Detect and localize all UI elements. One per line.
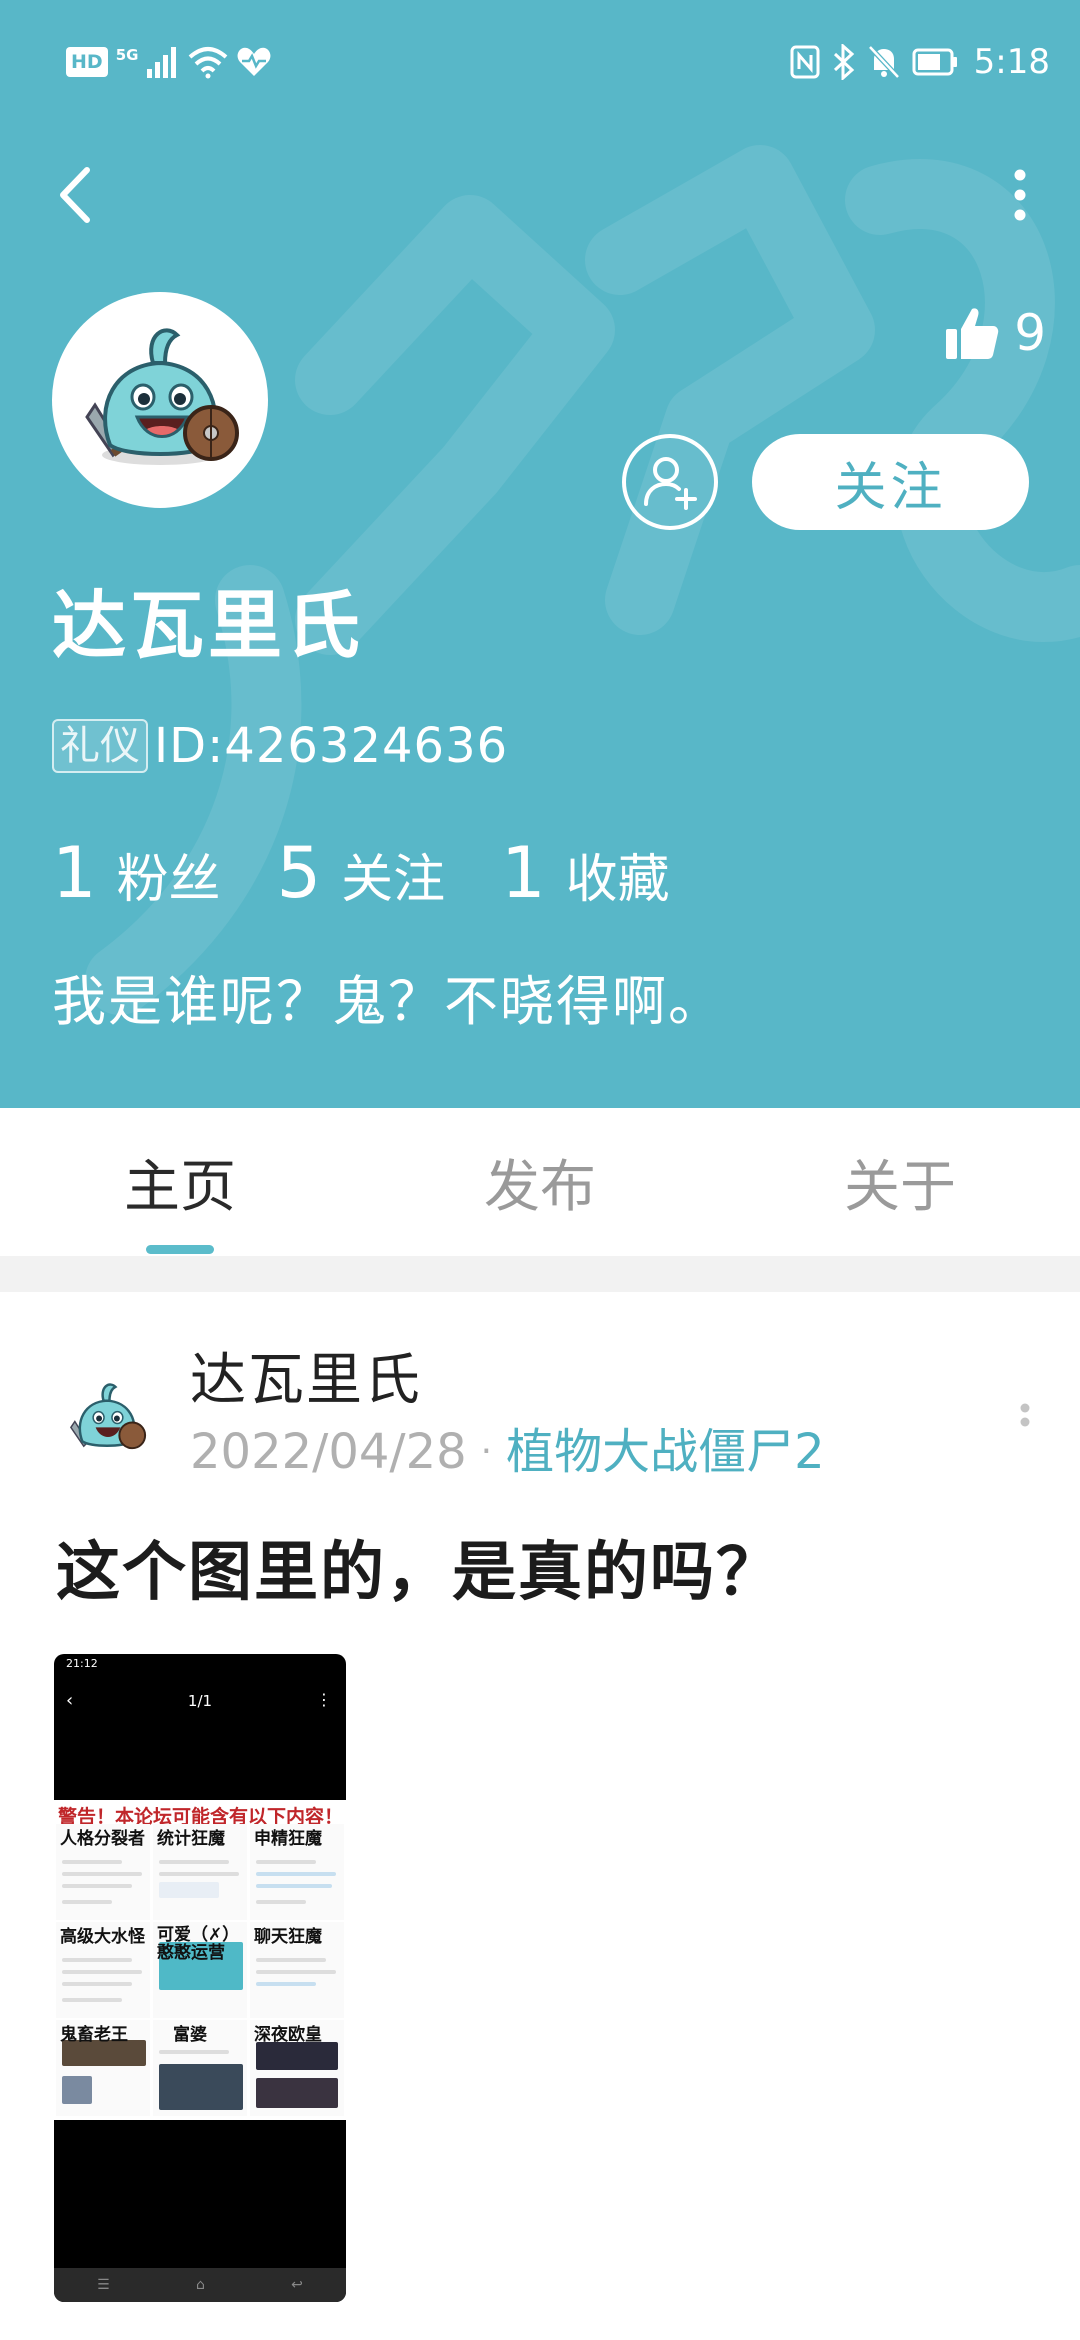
active-tab-indicator xyxy=(146,1245,214,1254)
thumb-cell: 深夜欧皇 xyxy=(250,2020,344,2116)
back-button[interactable] xyxy=(50,160,100,230)
stat-favorites-label: 收藏 xyxy=(565,850,670,910)
meta-separator: · xyxy=(480,1431,493,1472)
profile-bio: 我是谁呢？鬼？不晓得啊。 xyxy=(52,970,724,1033)
bluetooth-icon xyxy=(833,44,854,80)
nfc-icon xyxy=(790,45,820,79)
thumb-cell: 人格分裂者 xyxy=(56,1824,150,1920)
follow-button[interactable]: 关注 xyxy=(752,434,1029,530)
thumb-cell-label: 鬼畜老王 xyxy=(60,2025,128,2045)
thumb-cell: 可爱（✗）憨憨运营 xyxy=(153,1922,247,2018)
profile-avatar[interactable] xyxy=(52,292,268,508)
post-author-avatar[interactable] xyxy=(60,1372,154,1466)
thumb-cell: 高级大水怪 xyxy=(56,1922,150,2018)
stat-fans-count: 1 xyxy=(52,832,97,914)
post-meta: 2022/04/28 · 植物大战僵尸2 xyxy=(190,1420,825,1484)
wifi-icon xyxy=(189,47,228,79)
thumb-cell-label: 人格分裂者 xyxy=(60,1829,145,1849)
user-id: ID:426324636 xyxy=(154,718,509,774)
slime-mascot-avatar xyxy=(69,1383,147,1450)
thumb-cell-label: 统计狂魔 xyxy=(157,1829,225,1849)
post-image[interactable]: 21:12 ‹ 1/1 ⋮ 警告！本论坛可能含有以下内容！ 人格分裂者 统计狂魔 xyxy=(54,1654,346,2302)
thumb-time: 21:12 xyxy=(66,1657,98,1670)
thumb-nav: ‹ 1/1 ⋮ xyxy=(54,1680,346,1724)
thumb-cell: 富婆 xyxy=(153,2020,247,2116)
likes-counter[interactable]: 9 xyxy=(944,298,1046,368)
thumb-cell: 申精狂魔 xyxy=(250,1824,344,1920)
post-forum-link[interactable]: 植物大战僵尸2 xyxy=(506,1420,825,1484)
stat-fans-label: 粉丝 xyxy=(116,850,221,910)
clock: 5:18 xyxy=(973,42,1050,82)
add-friend-button[interactable] xyxy=(622,434,718,530)
post-more-button[interactable] xyxy=(1010,1392,1040,1452)
post-date: 2022/04/28 xyxy=(190,1424,467,1480)
chevron-left-icon xyxy=(60,167,90,223)
thumb-content: 警告！本论坛可能含有以下内容！ 人格分裂者 统计狂魔 申精狂魔 高级大水怪 可爱… xyxy=(54,1800,346,2120)
battery-icon xyxy=(912,48,957,76)
mute-bell-icon xyxy=(867,45,900,79)
stat-favorites[interactable]: 1 收藏 xyxy=(501,832,670,914)
thumb-cell: 鬼畜老王 xyxy=(56,2020,150,2116)
tab-home[interactable]: 主页 xyxy=(60,1108,300,1256)
stats-row: 1 粉丝 5 关注 1 收藏 xyxy=(52,832,726,922)
title-badge[interactable]: 礼仪 xyxy=(52,719,148,773)
thumb-menu-icon: ☰ xyxy=(97,2277,110,2293)
profile-header: HD 5G 5:18 9 关注 达瓦里氏 礼仪 ID:426324636 1 粉… xyxy=(0,0,1080,1108)
add-user-icon xyxy=(644,457,697,510)
thumb-status-bar: 21:12 xyxy=(54,1654,346,1674)
watermark-logo xyxy=(85,145,1080,1015)
vertical-dots-icon xyxy=(1020,1403,1030,1427)
signal-icon xyxy=(147,47,177,78)
more-options-button[interactable] xyxy=(1000,165,1040,225)
tab-about[interactable]: 关于 xyxy=(780,1108,1020,1256)
id-row: 礼仪 ID:426324636 xyxy=(52,716,508,776)
stat-following-count: 5 xyxy=(276,832,322,914)
thumb-cell-label: 富婆 xyxy=(173,2025,207,2045)
profile-tabs: 主页 发布 关于 xyxy=(0,1108,1080,1256)
thumb-home-icon: ⌂ xyxy=(195,2277,205,2293)
vertical-dots-icon xyxy=(1014,169,1026,221)
post-author-name[interactable]: 达瓦里氏 xyxy=(190,1346,422,1416)
status-bar: HD 5G 5:18 xyxy=(0,0,1080,120)
stat-following-label: 关注 xyxy=(341,850,446,910)
feed: 达瓦里氏 2022/04/28 · 植物大战僵尸2 这个图里的，是真的吗？ 21… xyxy=(0,1292,1080,2340)
network-type: 5G xyxy=(115,46,139,64)
thumbs-up-icon xyxy=(946,308,999,359)
thumb-more-icon: ⋮ xyxy=(316,1690,332,1709)
thumb-cell-label: 高级大水怪 xyxy=(60,1927,145,1947)
tab-publish[interactable]: 发布 xyxy=(420,1108,660,1256)
stat-fans[interactable]: 1 粉丝 xyxy=(52,832,221,914)
thumb-nav-bar: ☰ ⌂ ↩ xyxy=(54,2268,346,2302)
stat-following[interactable]: 5 关注 xyxy=(277,832,446,914)
thumb-cell: 聊天狂魔 xyxy=(250,1922,344,2018)
thumb-page-indicator: 1/1 xyxy=(187,1692,213,1710)
slime-mascot-avatar xyxy=(85,328,239,465)
likes-count: 9 xyxy=(1014,304,1046,362)
hd-badge: HD xyxy=(66,47,108,77)
thumb-cell-label: 聊天狂魔 xyxy=(254,1927,322,1947)
heart-icon xyxy=(237,47,271,76)
stat-favorites-count: 1 xyxy=(501,832,546,914)
thumb-cell-label: 申精狂魔 xyxy=(254,1829,322,1849)
thumb-cell: 统计狂魔 xyxy=(153,1824,247,1920)
profile-username: 达瓦里氏 xyxy=(52,583,364,669)
status-left: HD 5G xyxy=(66,40,272,84)
thumb-cell-label: 可爱（✗）憨憨运营 xyxy=(157,1925,240,1963)
post-title[interactable]: 这个图里的，是真的吗？ xyxy=(56,1528,782,1618)
thumb-return-icon: ↩ xyxy=(291,2277,303,2293)
status-right: 5:18 xyxy=(790,40,1050,84)
